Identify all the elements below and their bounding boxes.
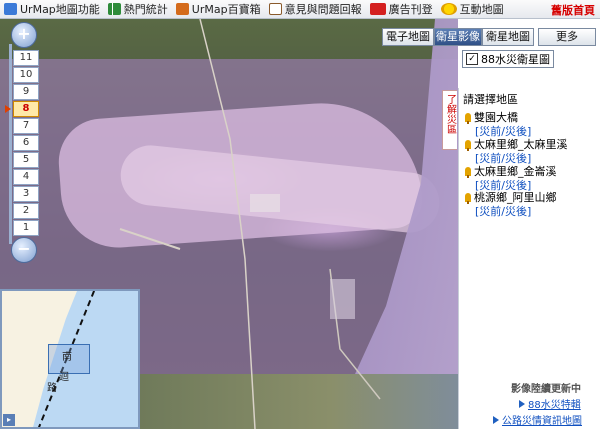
understand-disaster-tab[interactable]: 了解災區 [442, 90, 457, 150]
toolbar-label: UrMap百寶箱 [191, 3, 261, 16]
top-toolbar: UrMap地圖功能 熱門統計 UrMap百寶箱 意見與問題回報 廣告刊登 互動地… [0, 0, 600, 19]
tab-label: 了解災區 [444, 94, 456, 134]
zoom-level-9[interactable]: 9 [13, 84, 39, 100]
toolbar-label: 廣告刊登 [388, 3, 433, 16]
toolbar-popular-stats[interactable]: 熱門統計 [107, 1, 168, 17]
toolbar-urmap-functions[interactable]: UrMap地圖功能 [4, 1, 100, 17]
zoom-control: + 11 10 9 8 7 6 5 4 3 2 1 − [5, 22, 40, 263]
zoom-position-marker[interactable] [5, 105, 11, 113]
toolbar-interactive-map[interactable]: 互動地圖 [440, 1, 504, 17]
zoom-level-11[interactable]: 11 [13, 50, 39, 66]
toolbar-label: UrMap地圖功能 [20, 3, 100, 16]
location-pin-icon [465, 192, 471, 204]
update-note: 影像陸續更新中 [511, 384, 581, 395]
before-after-link[interactable]: [災前/災後] [475, 203, 531, 219]
feedback-icon [268, 3, 282, 15]
zoom-level-4[interactable]: 4 [13, 169, 39, 185]
flood-special-link[interactable]: 88水災特輯 [519, 396, 581, 411]
minimap-road-label: 南 [62, 352, 72, 363]
zoom-level-8[interactable]: 8 [13, 101, 39, 117]
tab-electronic-map[interactable]: 電子地圖 [382, 28, 434, 46]
toolbar-label: 互動地圖 [459, 3, 504, 16]
minimap-collapse-button[interactable]: ▸ [3, 414, 15, 426]
minimap-road-label: 迴 [59, 372, 69, 383]
map-app-icon [4, 3, 17, 15]
flood-layer-toggle[interactable]: ✓ 88水災衛星圖 [462, 50, 554, 68]
minimap-road-label: 路 [47, 383, 57, 394]
interactive-map-icon [440, 3, 457, 15]
toolbar-feedback[interactable]: 意見與問題回報 [268, 1, 362, 17]
zoom-level-2[interactable]: 2 [13, 203, 39, 219]
zoom-level-1[interactable]: 1 [13, 220, 39, 236]
arrow-right-icon [493, 415, 499, 424]
toolbar-label: 意見與問題回報 [284, 3, 362, 16]
toolbox-icon [175, 3, 189, 15]
zoom-level-10[interactable]: 10 [13, 67, 39, 83]
region-panel: 請選擇地區 雙園大橋 [災前/災後] 太麻里鄉_太麻里溪 [災前/災後] 太麻里… [458, 88, 600, 429]
zoom-level-6[interactable]: 6 [13, 135, 39, 151]
zoom-out-button[interactable]: − [11, 237, 37, 263]
tab-satellite-map[interactable]: 衛星地圖 [482, 28, 534, 46]
overview-minimap[interactable]: 南 迴 路 ▸ [0, 289, 140, 429]
road-disaster-map-link[interactable]: 公路災情資訊地圖 [493, 412, 582, 427]
location-pin-icon [465, 112, 471, 124]
old-version-home-link[interactable]: 舊版首頁 [551, 2, 595, 18]
link-label: 88水災特輯 [528, 400, 581, 411]
toolbar-label: 熱門統計 [123, 3, 168, 16]
toolbar-advertise[interactable]: 廣告刊登 [369, 1, 433, 17]
ad-icon [369, 3, 386, 15]
zoom-level-3[interactable]: 3 [13, 186, 39, 202]
zoom-track [9, 44, 12, 244]
zoom-in-button[interactable]: + [11, 22, 37, 48]
zoom-level-7[interactable]: 7 [13, 118, 39, 134]
tab-more[interactable]: 更多 [538, 28, 596, 46]
toolbar-toolbox[interactable]: UrMap百寶箱 [175, 1, 261, 17]
location-pin-icon [465, 139, 471, 151]
arrow-right-icon [519, 399, 525, 408]
zoom-level-5[interactable]: 5 [13, 152, 39, 168]
panel-title: 請選擇地區 [463, 93, 518, 106]
tab-satellite-imagery[interactable]: 衛星影像 [434, 28, 482, 46]
location-pin-icon [465, 166, 471, 178]
link-label: 公路災情資訊地圖 [502, 416, 582, 427]
bar-chart-icon [107, 3, 121, 15]
layer-checkbox[interactable]: ✓ [466, 53, 478, 65]
layer-label: 88水災衛星圖 [481, 53, 550, 66]
